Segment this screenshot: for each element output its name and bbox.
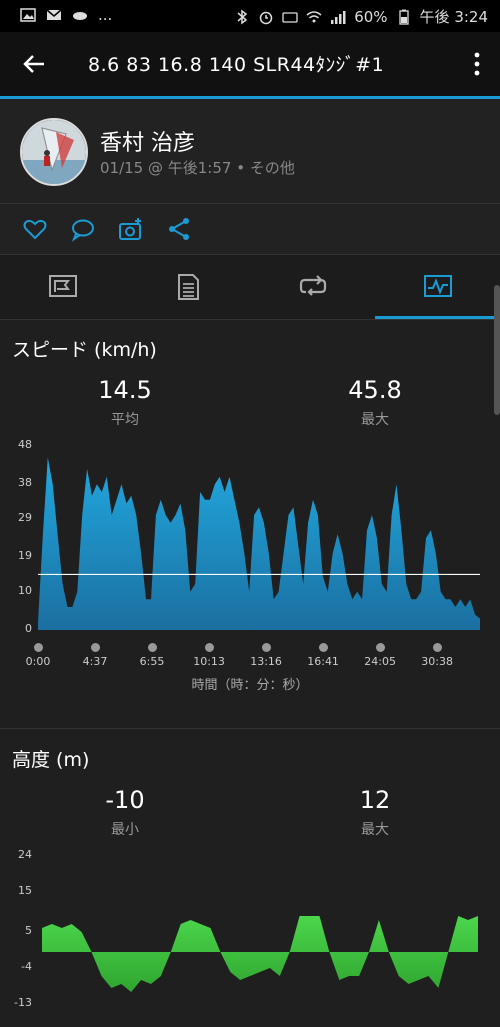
app-bar: 8.6 83 16.8 140 SLR44ﾀﾝｼﾞ#1 [0,32,500,96]
elevation-chart [42,916,478,992]
clock: 午後 3:24 [419,8,488,26]
speed-x-tick-dot [318,643,328,652]
speed-y-tick: 48 [18,438,32,451]
speed-avg-value: 14.5 [98,376,152,404]
cloud-icon [73,12,87,20]
speed-title: スピード (km/h) [12,339,157,361]
elevation-y-tick: -4 [21,960,32,973]
comment-icon[interactable] [70,216,96,242]
tab-charts[interactable] [375,255,500,317]
elevation-y-tick: 24 [18,848,32,861]
battery-icon [398,9,409,25]
action-bar [0,204,500,255]
speed-x-tick: 10:13 [193,655,225,668]
speed-x-tick-dot [147,643,157,652]
scrollbar[interactable] [494,285,500,415]
elevation-title: 高度 (m) [12,749,90,771]
tab-laps[interactable] [250,255,375,317]
speed-x-tick: 24:05 [364,655,396,668]
more-options-icon[interactable] [472,50,482,78]
signal-icon [331,10,346,24]
tab-bar [0,255,500,320]
elevation-max-label: 最大 [361,822,389,838]
alarm-icon [259,11,273,24]
back-arrow-icon[interactable] [20,50,48,78]
speed-y-tick: 0 [25,622,32,635]
avatar[interactable] [20,118,88,186]
speed-x-tick-dot [432,643,442,652]
speed-y-tick: 10 [18,583,32,597]
elevation-max-value: 12 [359,786,391,814]
speed-x-tick-dot [204,643,214,652]
nfc-icon [282,11,298,23]
status-right: 60% 午後 3:24 [234,6,488,27]
activity-meta: 01/15 @ 午後1:57 • その他 [100,159,295,177]
speed-x-tick-dot [90,643,100,652]
flag-icon [49,275,77,297]
profile-section: 香村 治彦 01/15 @ 午後1:57 • その他 [0,99,500,204]
speed-x-tick: 13:16 [250,655,282,668]
share-icon[interactable] [166,216,192,242]
speed-x-tick: 16:41 [307,655,339,668]
bluetooth-icon [237,9,248,24]
wifi-icon [306,10,322,22]
elevation-y-tick: 5 [25,924,32,937]
speed-y-tick: 29 [18,510,32,524]
speed-chart [38,457,480,630]
speed-x-tick: 6:55 [139,655,165,668]
speed-avg-label: 平均 [111,412,139,428]
overflow-indicator: ... [98,6,113,24]
speed-x-tick-dot [261,643,271,652]
speed-y-tick: 19 [18,549,32,563]
speed-max-label: 最大 [361,412,389,428]
status-bar: ... 60% 午後 3:24 [0,0,500,32]
speed-y-tick: 38 [18,476,32,490]
tab-details[interactable] [125,255,250,317]
section-divider [0,728,500,729]
heart-icon[interactable] [22,216,48,242]
loop-icon [299,275,327,296]
document-icon [178,274,199,300]
speed-x-tick: 4:37 [82,655,108,668]
elevation-min-value: -10 [105,786,145,814]
speed-x-tick-dot [375,643,385,652]
speed-x-caption: 時間（時：分：秒） [191,678,309,693]
chart-icon [424,275,452,297]
elevation-y-tick: 15 [18,884,32,897]
speed-x-tick: 30:38 [421,655,453,668]
active-tab-indicator [375,316,500,319]
tab-summary[interactable] [0,255,125,317]
speed-series-area [38,457,480,630]
speed-x-tick-dot [33,643,43,652]
activity-title: 8.6 83 16.8 140 SLR44ﾀﾝｼﾞ#1 [88,54,385,76]
speed-x-tick: 0:00 [25,655,51,668]
speed-max-value: 45.8 [348,376,402,404]
image-icon [20,8,36,22]
elevation-series-area [42,916,478,992]
add-photo-icon[interactable] [118,216,144,242]
status-left: ... [20,6,112,24]
battery-percent: 60% [354,7,388,26]
user-name[interactable]: 香村 治彦 [100,125,195,157]
mail-icon [46,9,62,20]
avatar-image [22,120,86,184]
elevation-min-label: 最小 [111,822,139,838]
elevation-y-tick: -13 [14,996,32,1009]
